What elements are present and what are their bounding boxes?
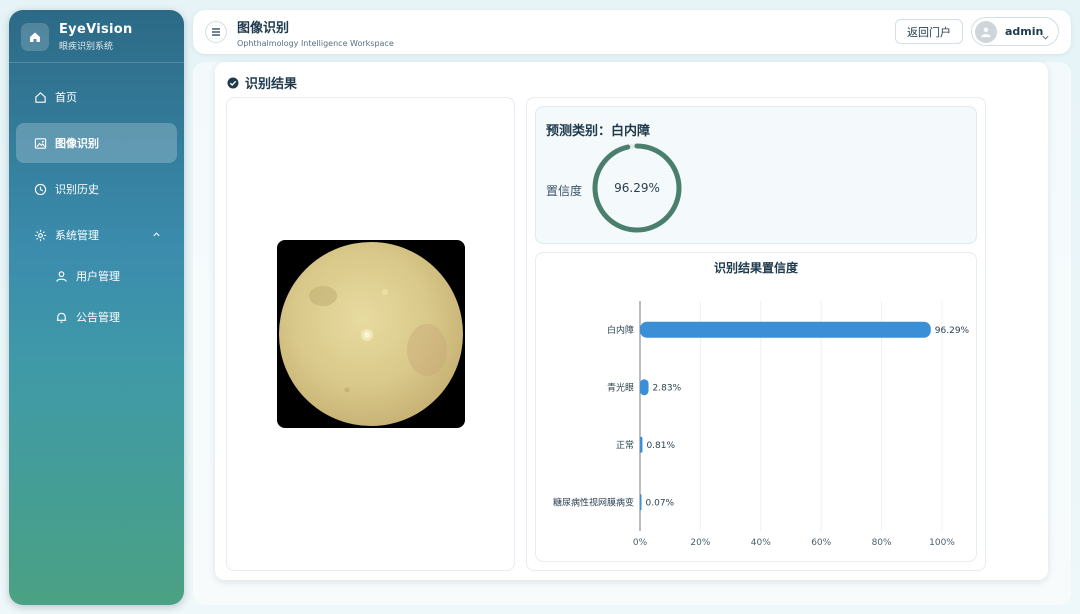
fundus-image — [277, 240, 465, 428]
menu-toggle-button[interactable] — [205, 21, 227, 43]
chevron-down-icon — [1041, 27, 1050, 46]
sidebar-item-system-management[interactable]: 系统管理 — [16, 215, 177, 255]
sidebar-item-history[interactable]: 识别历史 — [16, 169, 177, 209]
section-header: 识别结果 — [227, 73, 297, 92]
sidebar-submenu: 用户管理 公告管理 — [9, 258, 184, 335]
result-card: 识别结果 预测类别：白内障 置信度 96.29% 识别结果置信度 0% 20% … — [215, 62, 1048, 580]
image-panel — [226, 97, 515, 571]
user-icon — [54, 269, 68, 283]
data-label: 96.29% — [935, 326, 970, 336]
x-tick-label: 100% — [929, 538, 955, 548]
gear-icon — [33, 228, 47, 242]
confidence-value: 96.29% — [614, 181, 660, 195]
section-title: 识别结果 — [245, 77, 298, 92]
data-label: 2.83% — [653, 383, 682, 393]
user-menu-button[interactable]: admin — [971, 17, 1059, 46]
top-header: 图像识别 Ophthalmology Intelligence Workspac… — [193, 10, 1071, 54]
data-label: 0.07% — [646, 498, 675, 508]
category-label: 正常 — [616, 439, 634, 451]
check-circle-icon — [227, 77, 239, 89]
sidebar-item-label: 系统管理 — [55, 229, 99, 242]
avatar — [975, 20, 997, 43]
brand-subtitle: 眼疾识别系统 — [59, 42, 114, 52]
sidebar-item-label: 用户管理 — [76, 270, 120, 283]
sidebar-item-label: 公告管理 — [76, 311, 120, 324]
home-icon — [33, 90, 47, 104]
prediction-summary: 预测类别：白内障 置信度 96.29% — [535, 106, 977, 244]
sidebar-nav: 首页 图像识别 识别历史 系统管理 用户管理 公告管理 — [9, 63, 184, 335]
bar — [640, 494, 642, 511]
confidence-label: 置信度 — [546, 184, 583, 198]
result-panel: 预测类别：白内障 置信度 96.29% 识别结果置信度 0% 20% 40% 60% 8… — [526, 97, 986, 571]
page-title: 图像识别 — [237, 20, 290, 36]
x-tick-label: 80% — [872, 538, 892, 548]
category-label: 白内障 — [607, 324, 634, 336]
sidebar-item-label: 首页 — [55, 91, 77, 104]
category-label: 青光眼 — [607, 381, 634, 393]
hamburger-icon — [211, 27, 221, 37]
bell-icon — [54, 310, 68, 324]
chevron-up-icon — [152, 229, 161, 242]
user-name: admin — [1005, 25, 1044, 38]
sidebar-item-label: 图像识别 — [55, 137, 99, 150]
sidebar-item-image-recognition[interactable]: 图像识别 — [16, 123, 177, 163]
sidebar-item-announcement-management[interactable]: 公告管理 — [46, 299, 177, 335]
bar — [640, 436, 643, 453]
image-icon — [33, 136, 47, 150]
page-subtitle: Ophthalmology Intelligence Workspace — [237, 38, 394, 48]
x-tick-label: 20% — [690, 538, 710, 548]
sidebar-item-home[interactable]: 首页 — [16, 77, 177, 117]
clock-icon — [33, 182, 47, 196]
brand-title: EyeVision — [59, 22, 133, 37]
confidence-chart: 识别结果置信度 0% 20% 40% 60% 80% 100% 白内障 96.29% 青光眼 2.… — [535, 252, 977, 562]
predicted-class: 预测类别：白内障 — [546, 124, 651, 139]
sidebar: EyeVision 眼疾识别系统 首页 图像识别 识别历史 系统管理 用户管理 … — [9, 10, 184, 605]
x-tick-label: 60% — [811, 538, 831, 548]
x-tick-label: 0% — [633, 538, 648, 548]
bar-chart-svg: 0% 20% 40% 60% 80% 100% 白内障 96.29% 青光眼 2.83% 正常 0.8… — [553, 301, 970, 548]
sidebar-item-user-management[interactable]: 用户管理 — [46, 258, 177, 294]
x-tick-label: 40% — [751, 538, 771, 548]
brand: EyeVision 眼疾识别系统 — [9, 10, 184, 63]
bar — [640, 379, 649, 396]
data-label: 0.81% — [646, 441, 675, 451]
home-logo-icon — [21, 23, 49, 51]
category-label: 糖尿病性视网膜病变 — [553, 496, 634, 508]
sidebar-item-label: 识别历史 — [55, 183, 99, 196]
bar — [640, 321, 931, 338]
back-to-portal-button[interactable]: 返回门户 — [895, 19, 963, 44]
